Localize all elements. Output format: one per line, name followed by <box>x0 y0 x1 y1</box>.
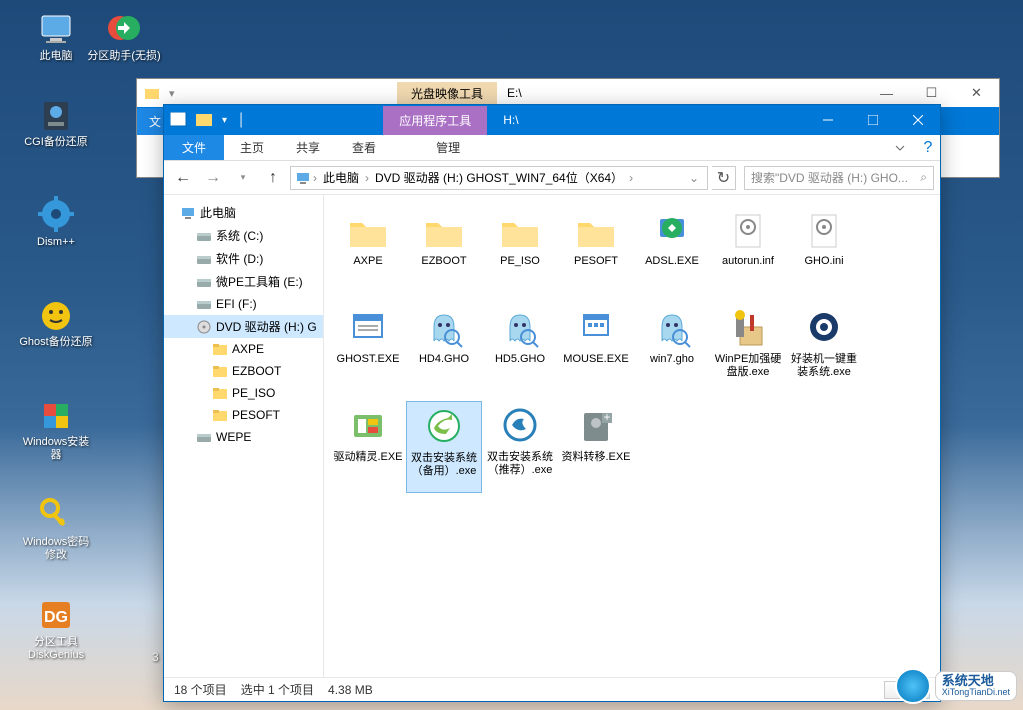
file-item[interactable]: HD5.GHO <box>482 303 558 395</box>
watermark-title: 系统天地 <box>942 674 1010 688</box>
title-context-tab: 应用程序工具 <box>383 106 487 135</box>
tree-item[interactable]: EZBOOT <box>164 360 323 382</box>
file-item[interactable]: HD4.GHO <box>406 303 482 395</box>
desktop-badge: 3 <box>152 650 159 664</box>
refresh-button[interactable]: ↻ <box>712 166 736 190</box>
chevron-right-icon[interactable]: › <box>311 171 319 185</box>
dism-icon[interactable]: Dism++ <box>18 194 94 249</box>
tree-item[interactable]: 软件 (D:) <box>164 247 323 270</box>
tree-item[interactable]: EFI (F:) <box>164 293 323 315</box>
tree-item[interactable]: 微PE工具箱 (E:) <box>164 270 323 293</box>
ribbon-tab-home[interactable]: 主页 <box>224 135 280 160</box>
file-item[interactable]: WinPE加强硬盘版.exe <box>710 303 786 395</box>
search-placeholder: 搜索"DVD 驱动器 (H:) GHO... <box>751 169 908 186</box>
ghost-backup-icon[interactable]: Ghost备份还原 <box>18 294 94 349</box>
file-item[interactable]: AXPE <box>330 205 406 297</box>
svg-text:DG: DG <box>44 609 68 626</box>
windows-password-icon[interactable]: Windows密码修改 <box>18 494 94 562</box>
bg-close-button[interactable]: ✕ <box>954 79 999 107</box>
breadcrumb-root[interactable]: 此电脑 <box>319 169 363 186</box>
file-item[interactable]: MOUSE.EXE <box>558 303 634 395</box>
nav-back-button[interactable]: ← <box>170 165 196 191</box>
tree-item[interactable]: 系统 (C:) <box>164 224 323 247</box>
file-item[interactable]: autorun.inf <box>710 205 786 297</box>
file-item[interactable]: PESOFT <box>558 205 634 297</box>
pc-icon <box>295 170 311 186</box>
folder-icon <box>145 86 159 100</box>
breadcrumb-path[interactable]: DVD 驱动器 (H:) GHOST_WIN7_64位（X64） <box>371 169 627 186</box>
file-item[interactable]: +资料转移.EXE <box>558 401 634 493</box>
minimize-button[interactable] <box>805 105 850 135</box>
tree-item[interactable]: PESOFT <box>164 404 323 426</box>
nav-up-button[interactable]: ↑ <box>260 165 286 191</box>
watermark: 系统天地 XiTongTianDi.net <box>895 668 1017 704</box>
navigation-pane[interactable]: 此电脑系统 (C:)软件 (D:)微PE工具箱 (E:)EFI (F:)DVD … <box>164 195 324 677</box>
search-icon[interactable]: ⌕ <box>920 170 927 185</box>
cgi-backup-icon[interactable]: CGI备份还原 <box>18 94 94 149</box>
file-item[interactable]: 双击安装系统（备用）.exe <box>406 401 482 493</box>
title-path: H:\ <box>503 113 518 127</box>
tree-item[interactable]: DVD 驱动器 (H:) G <box>164 315 323 338</box>
maximize-button[interactable] <box>850 105 895 135</box>
ribbon-help-button[interactable]: ? <box>916 135 940 160</box>
bg-title-tab: 光盘映像工具 <box>397 82 497 105</box>
file-item[interactable]: PE_ISO <box>482 205 558 297</box>
tree-item[interactable]: WEPE <box>164 426 323 448</box>
diskgenius-icon[interactable]: DG分区工具DiskGenius <box>18 594 94 662</box>
ribbon-tab-manage[interactable]: 管理 <box>420 135 476 160</box>
pc-icon[interactable]: 此电脑 <box>18 8 94 63</box>
close-button[interactable] <box>895 105 940 135</box>
ribbon-file-tab[interactable]: 文件 <box>164 135 224 160</box>
bg-title-drive: E:\ <box>507 86 522 100</box>
svg-text:+: + <box>603 410 610 424</box>
ribbon-tab-share[interactable]: 共享 <box>280 135 336 160</box>
tree-item[interactable]: 此电脑 <box>164 201 323 224</box>
ribbon-expand-button[interactable] <box>884 135 916 160</box>
chevron-right-icon[interactable]: › <box>627 171 635 185</box>
file-item[interactable]: win7.gho <box>634 303 710 395</box>
nav-forward-button[interactable]: → <box>200 165 226 191</box>
chevron-right-icon[interactable]: › <box>363 171 371 185</box>
file-item[interactable]: GHOST.EXE <box>330 303 406 395</box>
title-bar[interactable]: ▾ | 应用程序工具 H:\ <box>164 105 940 135</box>
tree-item[interactable]: AXPE <box>164 338 323 360</box>
status-count: 18 个项目 <box>174 681 227 698</box>
file-item[interactable]: 双击安装系统（推荐）.exe <box>482 401 558 493</box>
file-item[interactable]: ADSL.EXE <box>634 205 710 297</box>
nav-recent-button[interactable]: ▾ <box>230 165 256 191</box>
app-icon <box>170 112 188 128</box>
status-size: 4.38 MB <box>328 683 373 697</box>
folder-icon <box>196 112 214 128</box>
ribbon-tab-view[interactable]: 查看 <box>336 135 392 160</box>
address-bar: ← → ▾ ↑ › 此电脑 › DVD 驱动器 (H:) GHOST_WIN7_… <box>164 161 940 195</box>
partition-assistant-icon[interactable]: 分区助手(无损) <box>86 8 162 63</box>
breadcrumb-dropdown-icon[interactable]: ⌄ <box>685 171 703 185</box>
file-item[interactable]: EZBOOT <box>406 205 482 297</box>
file-list[interactable]: AXPEEZBOOTPE_ISOPESOFTADSL.EXEautorun.in… <box>324 195 940 677</box>
tree-item[interactable]: PE_ISO <box>164 382 323 404</box>
breadcrumb[interactable]: › 此电脑 › DVD 驱动器 (H:) GHOST_WIN7_64位（X64）… <box>290 166 708 190</box>
ribbon-tabs: 文件 主页 共享 查看 管理 ? <box>164 135 940 161</box>
watermark-logo-icon <box>895 668 931 704</box>
file-item[interactable]: GHO.ini <box>786 205 862 297</box>
search-input[interactable]: 搜索"DVD 驱动器 (H:) GHO... ⌕ <box>744 166 934 190</box>
windows-installer-icon[interactable]: Windows安装器 <box>18 394 94 462</box>
bg-minimize-button[interactable]: — <box>864 79 909 107</box>
explorer-window: ▾ | 应用程序工具 H:\ 文件 主页 共享 查看 管理 ? ← → ▾ ↑ … <box>163 104 941 702</box>
status-selection: 选中 1 个项目 <box>241 681 314 698</box>
bg-maximize-button[interactable]: ☐ <box>909 79 954 107</box>
status-bar: 18 个项目 选中 1 个项目 4.38 MB <box>164 677 940 701</box>
watermark-url: XiTongTianDi.net <box>942 688 1010 698</box>
file-item[interactable]: 好装机一键重装系统.exe <box>786 303 862 395</box>
file-item[interactable]: 驱动精灵.EXE <box>330 401 406 493</box>
qat-dropdown-icon[interactable]: ▾ <box>222 115 227 126</box>
